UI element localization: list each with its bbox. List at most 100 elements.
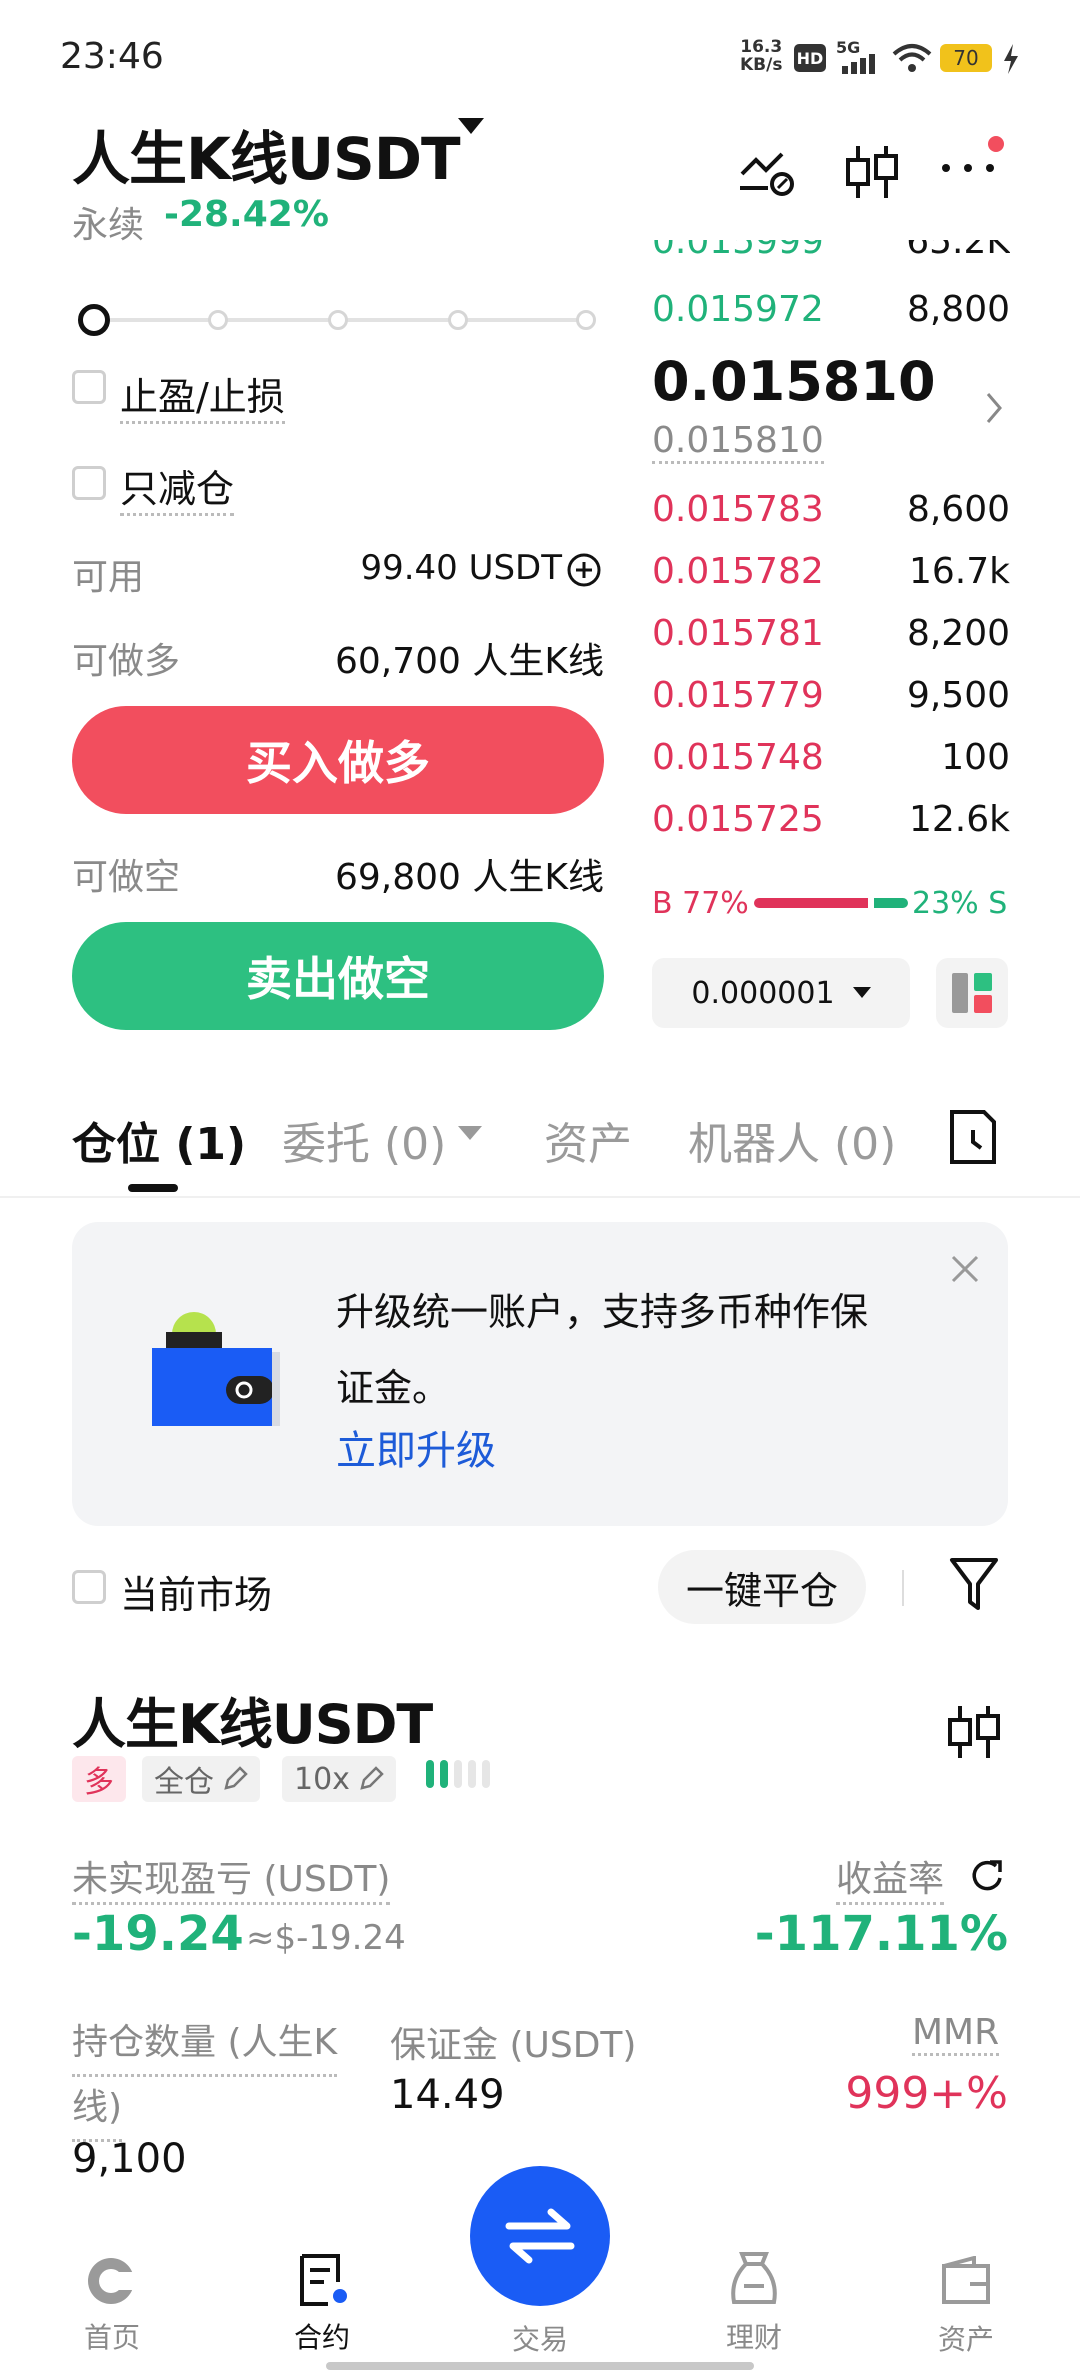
tab-assets[interactable]: 资产 [544,1108,632,1172]
wifi-icon [892,44,932,72]
price-change: -28.42% [164,194,329,235]
max-short-value: 69,800 人生K线 [334,857,604,898]
ask-row[interactable]: 0.015972 8,800 [652,278,1010,340]
divider [902,1570,904,1606]
banner-text: 升级统一账户，支持多币种作保 证金。 [336,1290,869,1410]
book-layout-button[interactable] [936,958,1008,1028]
chart-analysis-icon[interactable] [738,148,798,198]
home-indicator [326,2362,754,2370]
current-market-label[interactable]: 当前市场 [120,1564,272,1619]
status-time: 23:46 [60,36,164,77]
slider-step-100[interactable] [576,310,596,330]
mark-price[interactable]: 0.015810 [652,420,824,464]
candlestick-icon[interactable] [946,1702,1002,1762]
reduce-only-checkbox[interactable] [72,466,106,500]
qty-label[interactable]: 持仓数量 (人生K 线) [72,2012,362,2142]
edit-icon [224,1766,248,1790]
filter-icon[interactable] [948,1556,1000,1612]
available-label: 可用 [72,557,145,598]
divider [0,1196,1080,1198]
margin-value: 14.49 [390,2072,505,2118]
contract-type: 永续 [72,205,145,246]
buy-ratio-bar [754,898,868,908]
layout-icon [952,973,992,1013]
slider-step-50[interactable] [328,310,348,330]
precision-select[interactable]: 0.000001 [652,958,910,1028]
share-icon[interactable] [970,1858,1004,1892]
charging-icon [1004,44,1018,74]
reduce-only-label[interactable]: 只减仓 [120,458,235,516]
close-all-button[interactable]: 一键平仓 [658,1550,866,1624]
leverage-chip[interactable]: 10x [282,1756,396,1802]
position-symbol[interactable]: 人生K线USDT [72,1680,433,1759]
qty-value: 9,100 [72,2136,187,2182]
nav-home[interactable]: 首页 [42,2316,182,2356]
history-icon[interactable] [948,1108,998,1166]
current-market-checkbox[interactable] [72,1570,106,1604]
tab-orders[interactable]: 委托 (0) [282,1108,446,1172]
slider-step-25[interactable] [208,310,228,330]
bid-row[interactable]: 0.015779 9,500 [652,664,1010,726]
available-value: 99.40 USDT [360,548,562,588]
nav-assets[interactable]: 资产 [896,2318,1036,2358]
tpsl-label[interactable]: 止盈/止损 [120,366,285,424]
sell-short-button[interactable]: 卖出做空 [72,922,604,1030]
sell-ratio-bar [874,898,908,908]
nav-contract[interactable]: 合约 [252,2316,392,2356]
tab-positions[interactable]: 仓位 (1) [72,1108,246,1172]
upgrade-banner: 升级统一账户，支持多币种作保 证金。 立即升级 [72,1222,1008,1526]
bid-row[interactable]: 0.015725 12.6k [652,788,1010,850]
edit-icon [360,1766,384,1790]
contract-icon[interactable] [298,2252,350,2308]
tab-indicator [128,1184,178,1192]
bid-row[interactable]: 0.015748 100 [652,726,1010,788]
assets-icon[interactable] [940,2256,992,2306]
home-icon[interactable] [84,2254,138,2308]
max-short-label: 可做空 [72,857,181,898]
slider-handle[interactable] [78,304,110,336]
ask-size: 65.2K [906,240,1010,262]
sell-ratio: 23% S [912,886,1008,921]
mmr-label[interactable]: MMR [912,2012,1000,2056]
buy-long-button[interactable]: 买入做多 [72,706,604,814]
tpsl-checkbox[interactable] [72,370,106,404]
unrealized-pnl-label[interactable]: 未实现盈亏 (USDT) [72,1850,391,1905]
finance-icon[interactable] [728,2250,780,2306]
trade-fab[interactable] [470,2166,610,2306]
adl-indicator [426,1760,490,1788]
order-book-ask-clip: 0.015999 65.2K [652,240,1010,276]
more-icon[interactable] [942,164,994,172]
tab-bots[interactable]: 机器人 (0) [688,1108,898,1172]
bid-row[interactable]: 0.015783 8,600 [652,478,1010,540]
nav-finance[interactable]: 理财 [684,2316,824,2356]
ask-price: 0.015999 [652,240,824,262]
caret-down-icon[interactable] [458,1126,482,1142]
precision-value: 0.000001 [691,975,835,1011]
bid-row[interactable]: 0.015782 16.7k [652,540,1010,602]
max-long-value: 60,700 人生K线 [334,641,604,682]
bid-row[interactable]: 0.015781 8,200 [652,602,1010,664]
signal-icon [842,54,875,74]
wallet-illustration [152,1312,280,1426]
roe-label[interactable]: 收益率 [836,1850,945,1905]
notification-dot [988,136,1004,152]
buy-ratio: B 77% [652,886,749,921]
dropdown-arrow-icon[interactable] [458,118,484,136]
ask-row[interactable]: 0.015999 65.2K [652,240,1010,272]
margin-mode-chip[interactable]: 全仓 [142,1756,260,1802]
ask-price: 0.015972 [652,288,824,330]
page-title[interactable]: 人生K线USDT [72,112,461,196]
unrealized-pnl: -19.24 [72,1906,244,1962]
slider-step-75[interactable] [448,310,468,330]
side-badge: 多 [72,1756,126,1802]
chevron-right-icon[interactable] [984,390,1004,426]
ask-size: 8,800 [906,288,1010,330]
tab-bots-wrap: 机器人 (0) [688,1108,898,1172]
close-icon[interactable] [950,1254,980,1284]
transfer-plus-icon[interactable] [566,552,602,588]
upgrade-link[interactable]: 立即升级 [336,1418,496,1476]
last-price[interactable]: 0.015810 [652,350,936,413]
margin-label[interactable]: 保证金 (USDT) [390,2016,636,2068]
candlestick-icon[interactable] [844,142,900,202]
nav-trade[interactable]: 交易 [470,2318,610,2358]
